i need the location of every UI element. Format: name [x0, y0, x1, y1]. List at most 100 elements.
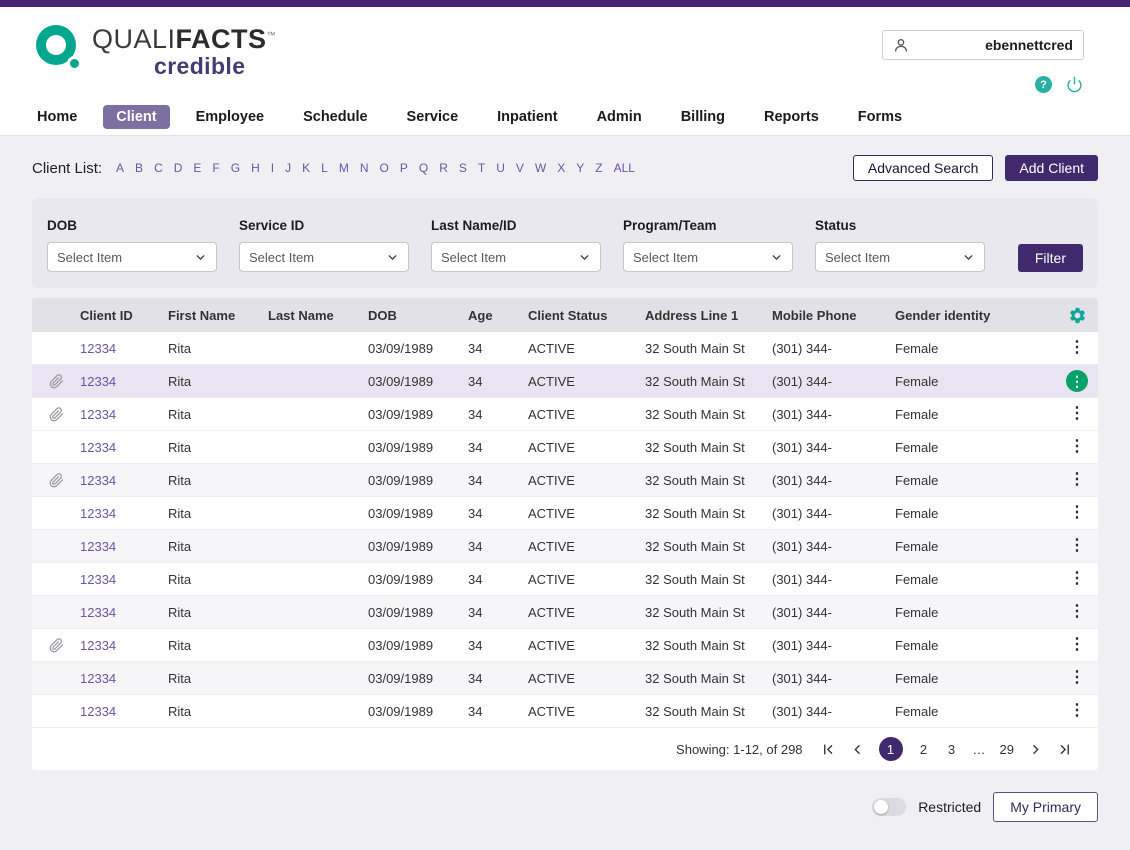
alphabet-link-y[interactable]: Y	[576, 161, 584, 175]
client-id-link[interactable]: 12334	[80, 506, 116, 521]
page-button-29[interactable]: 29	[1000, 742, 1014, 757]
nav-item-forms[interactable]: Forms	[845, 105, 915, 129]
row-menu-kebab-icon[interactable]: ⋮	[1069, 604, 1085, 620]
alphabet-link-s[interactable]: S	[459, 161, 467, 175]
row-menu-kebab-icon[interactable]: ⋮	[1069, 406, 1085, 422]
attachment-icon[interactable]	[32, 374, 80, 389]
cell-address-line-1: 32 South Main St	[645, 638, 772, 653]
alphabet-link-d[interactable]: D	[174, 161, 183, 175]
row-menu-cell: ⋮	[1056, 670, 1098, 686]
page-ellipsis: …	[973, 742, 986, 757]
toggle-knob	[874, 800, 888, 814]
alphabet-link-a[interactable]: A	[116, 161, 124, 175]
alphabet-link-l[interactable]: L	[321, 161, 328, 175]
filter-select-value: Select Item	[57, 250, 122, 265]
client-id-link[interactable]: 12334	[80, 605, 116, 620]
nav-item-reports[interactable]: Reports	[751, 105, 832, 129]
alphabet-link-p[interactable]: P	[400, 161, 408, 175]
power-icon[interactable]	[1066, 76, 1083, 93]
client-id-link[interactable]: 12334	[80, 440, 116, 455]
row-menu-kebab-icon[interactable]: ⋮	[1066, 370, 1088, 392]
cell-client-id: 12334	[80, 407, 168, 422]
alphabet-link-q[interactable]: Q	[419, 161, 428, 175]
nav-bar: Home Client Employee Schedule Service Inpatie…	[0, 98, 1130, 136]
page-buttons: 123 … 29	[879, 737, 1014, 761]
nav-item-home[interactable]: Home	[24, 105, 90, 129]
row-menu-kebab-icon[interactable]: ⋮	[1069, 703, 1085, 719]
attachment-icon[interactable]	[32, 473, 80, 488]
alphabet-link-h[interactable]: H	[251, 161, 260, 175]
alphabet-link-f[interactable]: F	[212, 161, 219, 175]
attachment-icon[interactable]	[32, 638, 80, 653]
alphabet-link-r[interactable]: R	[439, 161, 448, 175]
alphabet-link-v[interactable]: V	[516, 161, 524, 175]
client-id-link[interactable]: 12334	[80, 341, 116, 356]
nav-item-billing[interactable]: Billing	[668, 105, 738, 129]
page-button-2[interactable]: 2	[917, 742, 931, 757]
nav-item-inpatient[interactable]: Inpatient	[484, 105, 570, 129]
alphabet-link-o[interactable]: O	[380, 161, 389, 175]
nav-item-client[interactable]: Client	[103, 105, 169, 129]
alphabet-link-b[interactable]: B	[135, 161, 143, 175]
alphabet-link-u[interactable]: U	[496, 161, 505, 175]
nav-item-employee[interactable]: Employee	[183, 105, 278, 129]
filter-select-service-id[interactable]: Select Item	[239, 242, 409, 272]
client-id-link[interactable]: 12334	[80, 407, 116, 422]
page-button-1[interactable]: 1	[879, 737, 903, 761]
alphabet-link-n[interactable]: N	[360, 161, 369, 175]
nav-item-service[interactable]: Service	[394, 105, 472, 129]
alphabet-link-i[interactable]: I	[271, 161, 274, 175]
alphabet-link-z[interactable]: Z	[595, 161, 602, 175]
alphabet-link-g[interactable]: G	[231, 161, 240, 175]
client-id-link[interactable]: 12334	[80, 572, 116, 587]
filter-select-dob[interactable]: Select Item	[47, 242, 217, 272]
client-id-link[interactable]: 12334	[80, 539, 116, 554]
row-menu-kebab-icon[interactable]: ⋮	[1069, 340, 1085, 356]
prev-page-button[interactable]	[850, 742, 865, 757]
client-id-link[interactable]: 12334	[80, 638, 116, 653]
cell-mobile-phone: (301) 344-	[772, 605, 895, 620]
row-menu-kebab-icon[interactable]: ⋮	[1069, 439, 1085, 455]
row-menu-kebab-icon[interactable]: ⋮	[1069, 571, 1085, 587]
column-settings-gear-icon[interactable]	[1056, 306, 1098, 325]
row-menu-kebab-icon[interactable]: ⋮	[1069, 538, 1085, 554]
alphabet-link-w[interactable]: W	[535, 161, 546, 175]
alphabet-link-k[interactable]: K	[302, 161, 310, 175]
alphabet-link-m[interactable]: M	[339, 161, 349, 175]
filter-select-status[interactable]: Select Item	[815, 242, 985, 272]
client-id-link[interactable]: 12334	[80, 704, 116, 719]
filter-select-program-team[interactable]: Select Item	[623, 242, 793, 272]
first-page-button[interactable]	[821, 742, 836, 757]
nav-item-schedule[interactable]: Schedule	[290, 105, 380, 129]
advanced-search-button[interactable]: Advanced Search	[853, 155, 994, 181]
row-menu-kebab-icon[interactable]: ⋮	[1069, 505, 1085, 521]
client-id-link[interactable]: 12334	[80, 473, 116, 488]
alphabet-link-j[interactable]: J	[285, 161, 291, 175]
cell-mobile-phone: (301) 344-	[772, 704, 895, 719]
row-menu-kebab-icon[interactable]: ⋮	[1069, 637, 1085, 653]
user-account-box[interactable]: ebennettcred	[882, 30, 1084, 60]
row-menu-kebab-icon[interactable]: ⋮	[1069, 472, 1085, 488]
next-page-button[interactable]	[1028, 742, 1043, 757]
alphabet-link-all[interactable]: ALL	[614, 161, 635, 175]
cell-first-name: Rita	[168, 671, 268, 686]
add-client-button[interactable]: Add Client	[1005, 155, 1098, 181]
client-id-link[interactable]: 12334	[80, 374, 116, 389]
alphabet-link-x[interactable]: X	[557, 161, 565, 175]
attachment-icon[interactable]	[32, 407, 80, 422]
row-menu-kebab-icon[interactable]: ⋮	[1069, 670, 1085, 686]
last-page-button[interactable]	[1057, 742, 1072, 757]
my-primary-button[interactable]: My Primary	[993, 792, 1098, 822]
alphabet-link-e[interactable]: E	[193, 161, 201, 175]
restricted-toggle[interactable]	[872, 798, 906, 816]
nav-item-admin[interactable]: Admin	[584, 105, 655, 129]
page-button-3[interactable]: 3	[945, 742, 959, 757]
filter-button[interactable]: Filter	[1018, 244, 1083, 272]
header-icons: ?	[1035, 76, 1083, 93]
help-icon[interactable]: ?	[1035, 76, 1052, 93]
alphabet-link-t[interactable]: T	[478, 161, 485, 175]
alphabet-link-c[interactable]: C	[154, 161, 163, 175]
filter-select-last-name-id[interactable]: Select Item	[431, 242, 601, 272]
client-id-link[interactable]: 12334	[80, 671, 116, 686]
cell-gender-identity: Female	[895, 374, 1056, 389]
